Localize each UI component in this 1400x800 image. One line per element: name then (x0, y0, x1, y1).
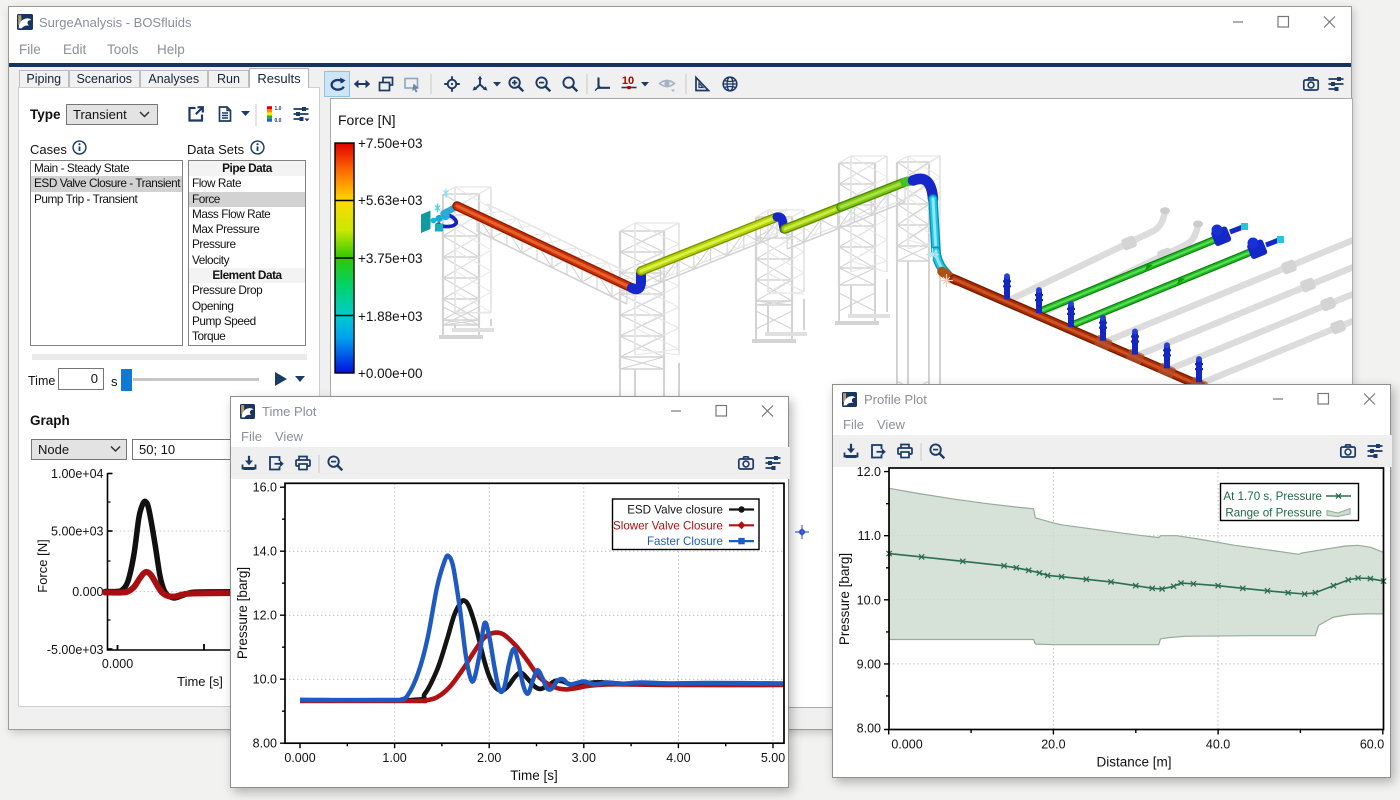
svg-text:0.000: 0.000 (72, 585, 103, 599)
svg-text:+1.88e+03: +1.88e+03 (358, 309, 423, 324)
svg-text:At 1.70 s, Pressure: At 1.70 s, Pressure (1223, 490, 1322, 503)
svg-text:10: 10 (622, 75, 634, 87)
svg-text:Distance [m]: Distance [m] (1096, 755, 1171, 770)
svg-text:+0.00e+00: +0.00e+00 (358, 366, 423, 381)
svg-text:Pressure [barg]: Pressure [barg] (837, 553, 852, 645)
svg-text:20.0: 20.0 (1041, 738, 1065, 752)
svg-text:Pressure [barg]: Pressure [barg] (235, 567, 250, 659)
svg-text:File: File (843, 417, 864, 432)
svg-text:4.00: 4.00 (666, 751, 690, 765)
svg-text:Time [s]: Time [s] (177, 674, 223, 689)
svg-text:12.0: 12.0 (253, 609, 277, 623)
svg-text:Force [N]: Force [N] (338, 112, 396, 128)
svg-text:9.00: 9.00 (857, 657, 881, 671)
svg-text:Range of Pressure: Range of Pressure (1225, 507, 1322, 520)
svg-text:Force [N]: Force [N] (35, 539, 50, 592)
svg-text:0.000: 0.000 (891, 738, 922, 752)
svg-text:Cases: Cases (30, 142, 67, 157)
svg-text:Graph: Graph (30, 413, 70, 428)
svg-text:File: File (241, 429, 262, 444)
svg-text:0.000: 0.000 (102, 657, 133, 671)
svg-text:5.00e+03: 5.00e+03 (51, 525, 104, 539)
svg-text:11.0: 11.0 (858, 529, 881, 543)
svg-text:SurgeAnalysis - BOSfluids: SurgeAnalysis - BOSfluids (39, 15, 192, 30)
svg-text:1.0: 1.0 (275, 106, 282, 112)
svg-text:ESD Valve closure: ESD Valve closure (627, 504, 723, 517)
svg-text:View: View (877, 417, 906, 432)
svg-text:12.0: 12.0 (857, 465, 881, 479)
svg-text:Faster Closure: Faster Closure (647, 535, 723, 548)
svg-text:Edit: Edit (63, 42, 87, 57)
svg-text:10.0: 10.0 (253, 673, 277, 687)
svg-text:Slower Valve Closure: Slower Valve Closure (613, 519, 723, 532)
svg-text:Data Sets: Data Sets (187, 142, 245, 157)
svg-text:14.0: 14.0 (253, 545, 277, 559)
svg-text:16.0: 16.0 (253, 481, 277, 495)
svg-text:8.00: 8.00 (253, 737, 277, 751)
svg-text:s: s (111, 374, 118, 389)
svg-text:File: File (19, 42, 41, 57)
svg-text:0.0: 0.0 (275, 118, 282, 124)
svg-text:5.00: 5.00 (761, 751, 785, 765)
svg-text:-5.00e+03: -5.00e+03 (47, 643, 104, 657)
svg-text:0.000: 0.000 (284, 751, 315, 765)
svg-text:1.00: 1.00 (382, 751, 406, 765)
svg-text:+3.75e+03: +3.75e+03 (358, 251, 423, 266)
svg-text:8.00: 8.00 (857, 722, 881, 736)
svg-text:3.00: 3.00 (572, 751, 596, 765)
svg-text:1.00e+04: 1.00e+04 (51, 467, 104, 481)
svg-text:2.00: 2.00 (477, 751, 501, 765)
svg-text:40.0: 40.0 (1206, 738, 1230, 752)
svg-text:Time: Time (28, 374, 55, 388)
svg-text:Time [s]: Time [s] (510, 768, 558, 783)
svg-text:Tools: Tools (107, 42, 139, 57)
svg-text:+7.50e+03: +7.50e+03 (358, 136, 423, 151)
svg-text:60.0: 60.0 (1360, 738, 1384, 752)
svg-text:Help: Help (157, 42, 185, 57)
svg-text:10.0: 10.0 (857, 593, 881, 607)
svg-text:Time Plot: Time Plot (262, 404, 317, 419)
svg-text:+5.63e+03: +5.63e+03 (358, 193, 423, 208)
svg-text:Profile Plot: Profile Plot (864, 392, 927, 407)
svg-text:View: View (275, 429, 304, 444)
